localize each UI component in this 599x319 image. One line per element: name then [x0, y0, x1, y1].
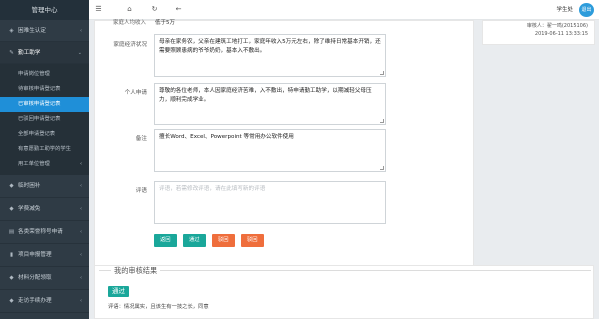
chevron-left-icon: ‹: [80, 206, 82, 212]
tag-icon: ◆: [9, 206, 14, 212]
sidebar-item-all[interactable]: 全部申请登记表: [0, 127, 89, 142]
book-icon: ▤: [8, 229, 15, 235]
comment-textarea[interactable]: 评语，若需修改评语，请在此填写新的评语: [154, 181, 386, 224]
personal-textarea[interactable]: 尊敬的各位老师，本人因家庭经济苦难，入不敷出，特申请勤工助学，以期减轻父母压力，…: [154, 83, 386, 125]
sidebar-group-materials[interactable]: ◆ 材料分配领取 ‹: [0, 267, 89, 290]
sidebar-item-post-management[interactable]: 申请岗位管理: [0, 67, 89, 82]
resize-handle-icon[interactable]: [380, 119, 384, 123]
economy-textarea[interactable]: 母亲在家务农，父亲在建筑工地打工，家庭年收入5万元左右，除了维持日常基本开销，还…: [154, 34, 386, 77]
sidebar-item-label: 用工单位管理: [18, 161, 50, 167]
sidebar-group-visits[interactable]: ◆ 走访手续办理 ‹: [0, 290, 89, 313]
sidebar-group-label: 材料分配领取: [18, 275, 52, 281]
current-user[interactable]: 学生处: [556, 5, 573, 13]
chevron-down-icon: ⌄: [77, 50, 82, 56]
sidebar-item-label: 已驳回申请登记表: [18, 116, 61, 122]
sidebar-group-poverty[interactable]: ◈ 困难生认定 ‹: [0, 20, 89, 42]
form-row-income: 家庭人均收入 低于5万: [95, 20, 475, 33]
reviewer-name: 审核人：翟一鸣(2015106): [526, 23, 588, 29]
income-value: 低于5万: [155, 20, 175, 26]
sidebar-item-label: 已审核申请登记表: [18, 101, 61, 107]
refresh-icon[interactable]: ↻: [149, 4, 160, 15]
sidebar-item-rejected[interactable]: 已驳回申请登记表: [0, 112, 89, 127]
chevron-left-icon: ‹: [80, 183, 82, 189]
remark-text: 擅长Word、Excel、Powerpoint 等常用办公软件使用: [159, 134, 294, 140]
personal-text: 尊敬的各位老师，本人因家庭经济苦难，入不敷出，特申请勤工助学，以期减轻父母压力，…: [159, 88, 372, 103]
home-icon[interactable]: ⌂: [124, 4, 135, 15]
sidebar-group-label: 临时困补: [18, 183, 41, 189]
chevron-left-icon: ‹: [80, 275, 82, 281]
reject-button[interactable]: 驳回: [212, 234, 235, 247]
income-label: 家庭人均收入: [113, 20, 147, 26]
personal-label: 个人申请: [124, 90, 147, 96]
review-result-fieldset: 我的审核结果 通过 评语：情况属实，且该生有一技之长，同意: [99, 266, 591, 316]
sidebar-group-temporary-aid[interactable]: ◆ 临时困补 ‹: [0, 175, 89, 198]
logout-button[interactable]: 退出: [579, 3, 594, 17]
back-button[interactable]: 返回: [154, 234, 177, 247]
sidebar-item-reviewed[interactable]: 已审核申请登记表: [0, 97, 89, 112]
sidebar-item-pending[interactable]: 待审核申请登记表: [0, 82, 89, 97]
tag-icon: ◆: [9, 298, 14, 304]
deny-button[interactable]: 驳回: [241, 234, 264, 247]
pass-button[interactable]: 通过: [183, 234, 206, 247]
sidebar-item-willing-students[interactable]: 有意愿勤工助学的学生: [0, 142, 89, 157]
sidebar: 管理中心 ◈ 困难生认定 ‹ ✎ 勤工助学 ⌄ 申请岗位管理 待审核申请登记表 已审…: [0, 0, 89, 319]
comment-label: 评语: [135, 188, 147, 194]
economy-label: 家庭经济状况: [113, 42, 147, 48]
sidebar-item-employer[interactable]: 用工单位管理 ‹: [0, 157, 89, 172]
review-date: 2019-06-11 13:33:15: [534, 31, 588, 37]
sidebar-group-label: 各类荣誉称号申请: [18, 229, 63, 235]
main-content: 家庭人均收入 低于5万 家庭经济状况 母亲在家务农，父亲在建筑工地打工，家庭年收…: [89, 20, 599, 319]
application-form: 家庭人均收入 低于5万 家庭经济状况 母亲在家务农，父亲在建筑工地打工，家庭年收…: [94, 20, 474, 269]
resize-handle-icon[interactable]: [380, 71, 384, 75]
chevron-left-icon: ‹: [80, 161, 82, 167]
back-arrow-icon[interactable]: ←: [173, 4, 184, 15]
menu-icon[interactable]: ☰: [93, 4, 104, 15]
chevron-left-icon: ‹: [80, 28, 82, 34]
chevron-left-icon: ‹: [80, 252, 82, 258]
sidebar-group-projects[interactable]: ▮ 项目申报管理 ‹: [0, 244, 89, 267]
review-result-card: 我的审核结果 通过 评语：情况属实，且该生有一技之长，同意: [94, 265, 594, 319]
sidebar-item-label: 有意愿勤工助学的学生: [18, 146, 71, 152]
economy-text: 母亲在家务农，父亲在建筑工地打工，家庭年收入5万元左右，除了维持日常基本开销，还…: [159, 39, 381, 54]
review-info-card: 审核人：翟一鸣(2015106) 2019-06-11 13:33:15: [482, 20, 595, 45]
shield-icon: ◈: [9, 28, 14, 34]
top-bar: ☰ ⌂ ↻ ← 学生处 退出: [89, 0, 599, 20]
sidebar-submenu: 申请岗位管理 待审核申请登记表 已审核申请登记表 已驳回申请登记表 全部申请登记…: [0, 64, 89, 175]
sidebar-group-tuition-waiver[interactable]: ◆ 学费减免 ‹: [0, 198, 89, 221]
chevron-left-icon: ‹: [80, 229, 82, 235]
sidebar-group-label: 项目申报管理: [18, 252, 52, 258]
bookmark-icon: ▮: [9, 252, 14, 258]
review-result-title: 我的审核结果: [111, 266, 161, 276]
sidebar-title: 管理中心: [0, 0, 89, 20]
pen-icon: ✎: [9, 50, 14, 56]
review-comment: 评语：情况属实，且该生有一技之长，同意: [108, 304, 209, 310]
sidebar-group-honors[interactable]: ▤ 各类荣誉称号申请 ‹: [0, 221, 89, 244]
status-badge: 通过: [108, 286, 129, 297]
remark-label: 备注: [135, 136, 147, 142]
sidebar-group-workstudy[interactable]: ✎ 勤工助学 ⌄: [0, 42, 89, 64]
resize-handle-icon[interactable]: [380, 166, 384, 170]
chevron-left-icon: ‹: [80, 298, 82, 304]
tag-icon: ◆: [9, 275, 14, 281]
sidebar-group-label: 走访手续办理: [18, 298, 52, 304]
remark-textarea[interactable]: 擅长Word、Excel、Powerpoint 等常用办公软件使用: [154, 129, 386, 172]
sidebar-item-label: 待审核申请登记表: [18, 86, 61, 92]
tag-icon: ◆: [9, 183, 14, 189]
sidebar-group-label: 学费减免: [18, 206, 41, 212]
sidebar-item-label: 申请岗位管理: [18, 71, 50, 77]
sidebar-item-label: 全部申请登记表: [18, 131, 56, 137]
sidebar-group-label: 勤工助学: [18, 50, 41, 56]
sidebar-group-label: 困难生认定: [18, 28, 46, 34]
comment-placeholder: 评语，若需修改评语，请在此填写新的评语: [159, 186, 266, 192]
